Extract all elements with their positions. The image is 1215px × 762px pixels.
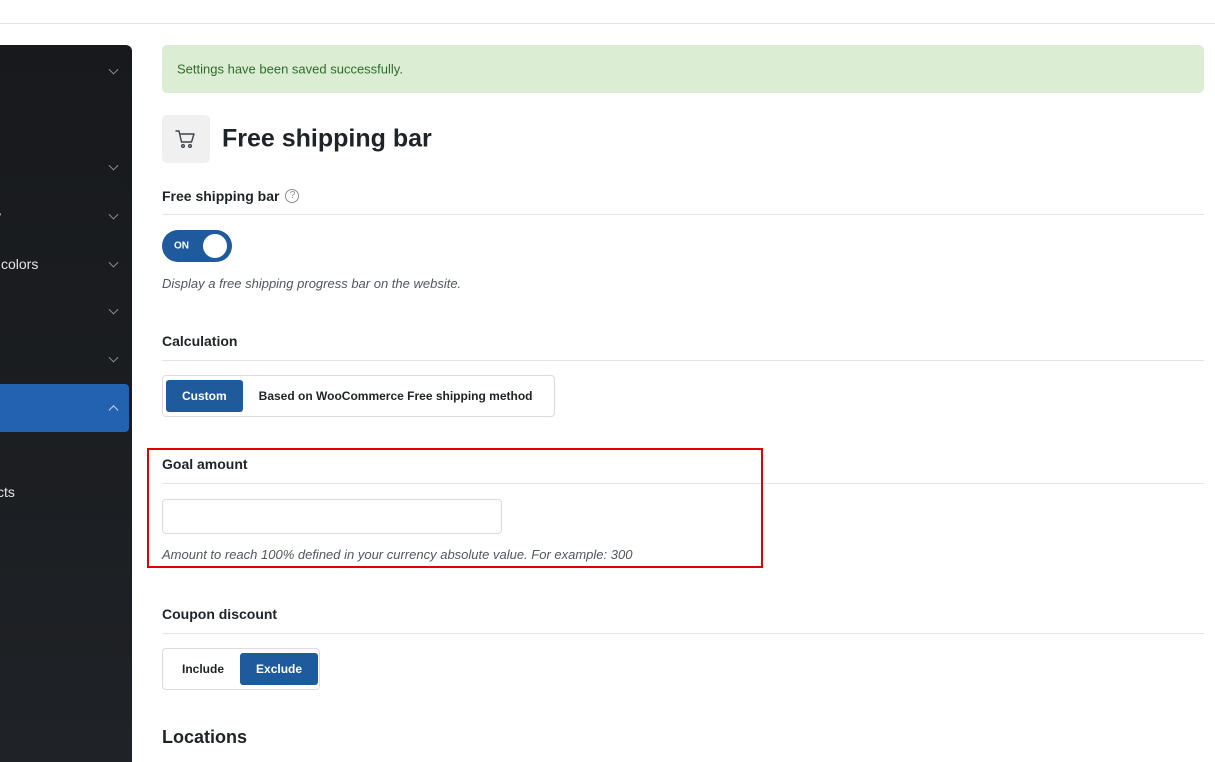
page-header: Free shipping bar	[162, 115, 762, 163]
chevron-down-icon	[108, 160, 119, 171]
top-bar	[0, 0, 1215, 24]
divider	[162, 360, 1204, 361]
cart-icon	[162, 115, 210, 163]
coupon-section: Coupon discount	[162, 604, 1204, 624]
calculation-segmented-control: Custom Based on WooCommerce Free shippin…	[162, 375, 555, 417]
highlight-box	[147, 448, 763, 568]
sidebar: y colors cts	[0, 45, 132, 762]
chevron-down-icon	[108, 304, 119, 315]
sidebar-item-label: cts	[0, 484, 15, 500]
coupon-segmented-control: Include Exclude	[162, 648, 320, 690]
coupon-heading: Coupon discount	[162, 606, 278, 622]
sidebar-item-4[interactable]: colors	[0, 240, 129, 288]
free-shipping-help: Display a free shipping progress bar on …	[162, 276, 462, 291]
page-title: Free shipping bar	[222, 124, 432, 153]
sidebar-item-3[interactable]: y	[0, 192, 129, 240]
sidebar-item-label: y	[0, 208, 1, 224]
sidebar-item-active[interactable]	[0, 384, 129, 432]
sidebar-item-2[interactable]	[0, 143, 129, 191]
help-icon[interactable]: ?	[285, 189, 300, 203]
sidebar-item-6[interactable]	[0, 335, 129, 383]
sidebar-item-1[interactable]	[0, 47, 129, 95]
divider	[162, 633, 1204, 634]
sidebar-subitem[interactable]: cts	[0, 468, 129, 516]
success-notice: Settings have been saved successfully.	[162, 45, 1204, 93]
sidebar-item-label: colors	[1, 256, 39, 272]
free-shipping-heading: Free shipping bar	[162, 188, 280, 204]
locations-heading: Locations	[162, 727, 248, 747]
calculation-option-woocommerce[interactable]: Based on WooCommerce Free shipping metho…	[243, 380, 549, 412]
chevron-down-icon	[108, 64, 119, 75]
toggle-label: ON	[174, 240, 189, 252]
sidebar-item-5[interactable]	[0, 287, 129, 335]
free-shipping-toggle[interactable]: ON	[162, 230, 232, 262]
chevron-down-icon	[108, 209, 119, 220]
calculation-option-custom[interactable]: Custom	[166, 380, 243, 412]
section-heading: Free shipping bar ?	[162, 186, 1204, 206]
divider	[162, 214, 1204, 215]
toggle-knob	[203, 234, 227, 258]
calculation-section: Calculation	[162, 331, 1204, 351]
chevron-down-icon	[108, 352, 119, 363]
coupon-option-exclude[interactable]: Exclude	[240, 653, 319, 685]
free-shipping-section: Free shipping bar ?	[162, 186, 1204, 206]
chevron-up-icon	[108, 405, 119, 416]
notice-text: Settings have been saved successfully.	[177, 61, 403, 77]
chevron-down-icon	[108, 257, 119, 268]
coupon-option-include[interactable]: Include	[166, 653, 240, 685]
calculation-heading: Calculation	[162, 333, 238, 349]
